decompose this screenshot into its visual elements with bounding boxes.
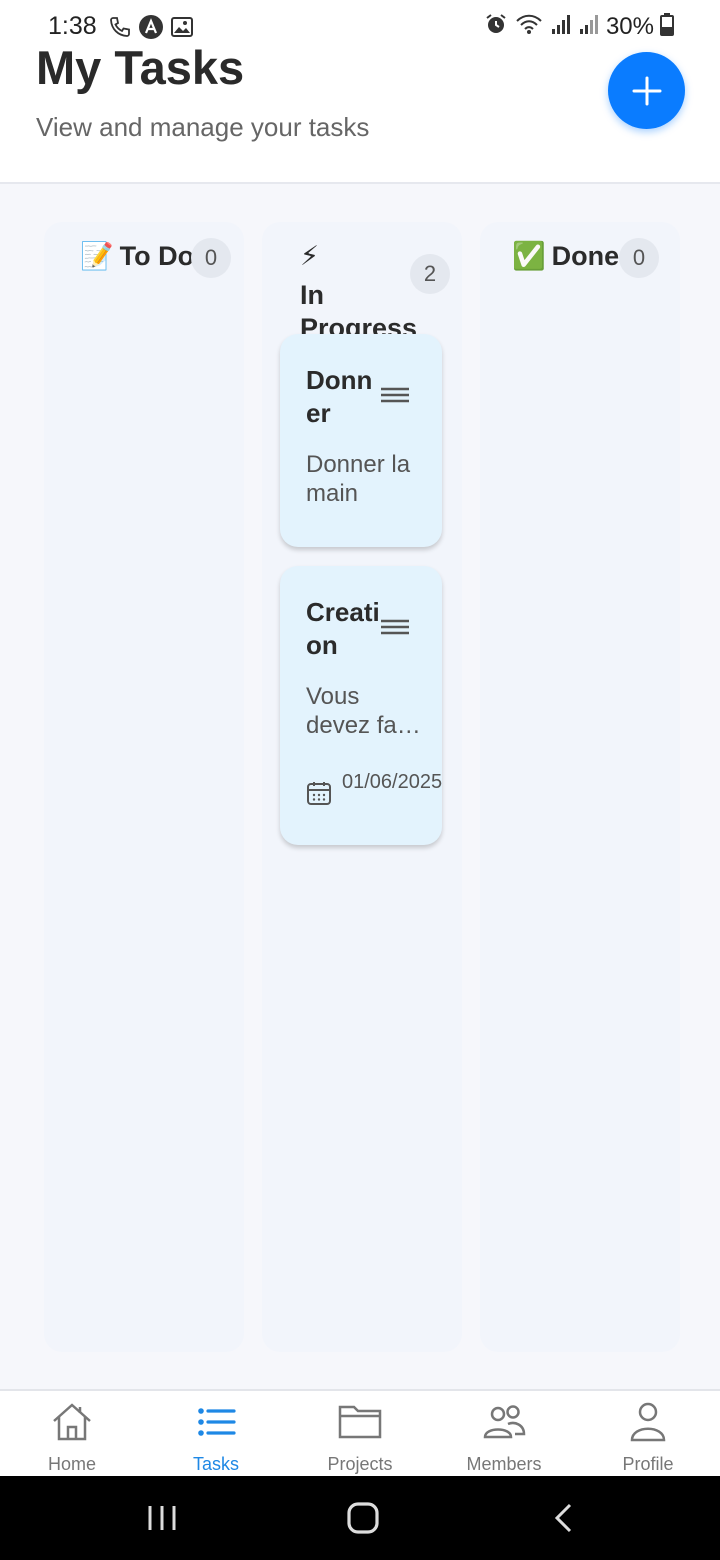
page-subtitle: View and manage your tasks [36, 112, 370, 142]
bottom-navigation: Home Tasks Projects Members Profile [0, 1389, 720, 1478]
alarm-icon [484, 12, 508, 41]
plus-icon [632, 76, 661, 105]
column-todo-header: 📝 To Do [80, 240, 194, 272]
nav-projects[interactable]: Projects [288, 1391, 432, 1478]
list-icon [194, 1401, 238, 1448]
nav-profile[interactable]: Profile [576, 1391, 720, 1478]
drag-handle-icon[interactable] [380, 618, 410, 641]
nav-home-label: Home [47, 1454, 96, 1474]
battery-percentage: 30% [605, 12, 654, 40]
status-time: 1:38 [48, 12, 97, 40]
task-card-description: Donner la main [306, 451, 411, 507]
task-card[interactable]: Creation Vous devez fa… 01/06/2025 [280, 566, 442, 845]
profile-icon [626, 1401, 670, 1448]
nav-home[interactable]: Home [0, 1391, 144, 1478]
nav-members[interactable]: Members [432, 1391, 576, 1478]
signal-icon [550, 12, 572, 41]
column-done-title: Done [551, 240, 620, 271]
folder-icon [338, 1401, 382, 1448]
nav-members-label: Members [466, 1454, 542, 1474]
signal-icon [578, 12, 600, 41]
nav-profile-label: Profile [622, 1454, 674, 1474]
lightning-icon: ⚡ [300, 241, 319, 271]
nav-tasks-label: Tasks [192, 1454, 239, 1474]
column-in-progress-header: ⚡ In Progress [300, 240, 417, 345]
nav-projects-label: Projects [327, 1454, 393, 1474]
home-icon [50, 1401, 94, 1448]
column-todo-count: 0 [191, 238, 231, 278]
task-card[interactable]: Donner Donner la main [280, 334, 442, 547]
battery-icon [660, 12, 674, 41]
drag-handle-icon[interactable] [380, 386, 410, 409]
memo-icon: 📝 [80, 241, 114, 271]
add-task-button[interactable] [608, 52, 685, 129]
column-done-count: 0 [619, 238, 659, 278]
task-card-title: Creation [306, 597, 380, 660]
members-icon [482, 1401, 526, 1448]
status-right: 30% [484, 12, 674, 41]
task-card-date-text: 01/06/2025 [342, 771, 443, 793]
column-done [480, 222, 680, 1352]
header: 1:38 30% My Tasks View and manage your t… [0, 0, 720, 184]
wifi-icon [514, 12, 544, 41]
column-todo [44, 222, 244, 1352]
page-title: My Tasks [36, 41, 245, 94]
calendar-icon [306, 780, 332, 811]
recent-apps-button[interactable] [146, 1502, 178, 1539]
column-in-progress-count: 2 [410, 254, 450, 294]
task-card-description: Vous devez fa… [306, 683, 421, 739]
task-card-due-date: 01/06/2025 [306, 770, 446, 811]
task-card-title: Donner [306, 365, 373, 428]
nav-tasks[interactable]: Tasks [144, 1391, 288, 1478]
check-icon: ✅ [512, 241, 546, 271]
system-navigation-bar [0, 1476, 720, 1560]
back-button[interactable] [552, 1502, 576, 1539]
column-todo-title: To Do [119, 240, 195, 271]
home-button[interactable] [346, 1502, 380, 1539]
column-done-header: ✅ Done [512, 240, 619, 272]
